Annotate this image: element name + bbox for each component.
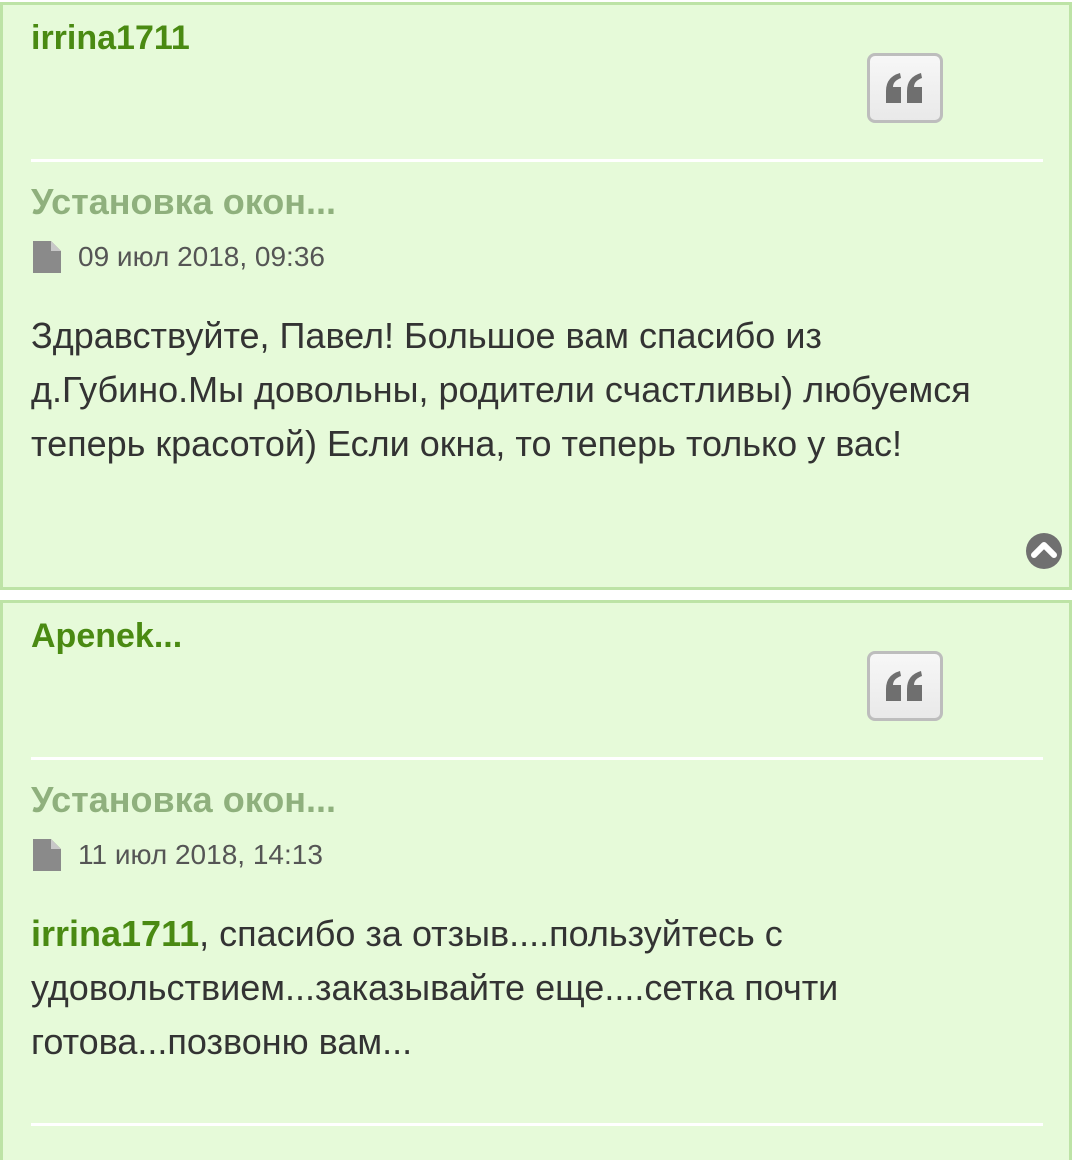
file-icon [33, 839, 61, 871]
post-topic-link[interactable]: Установка окон... [31, 779, 336, 821]
post-divider [31, 1123, 1043, 1126]
post-date: 11 июл 2018, 14:13 [78, 839, 323, 870]
post-topic-link[interactable]: Установка окон... [31, 181, 336, 223]
post-author[interactable]: irrina1711 [31, 19, 190, 58]
quote-button[interactable] [867, 53, 943, 123]
user-mention-link[interactable]: irrina1711 [31, 913, 199, 954]
post-divider [31, 159, 1043, 162]
post-author[interactable]: Apenek... [31, 617, 182, 656]
post-content: irrina1711, спасибо за отзыв....пользуйт… [31, 907, 1031, 1069]
quote-icon [886, 73, 922, 103]
chevron-up-circle-icon [1026, 533, 1062, 569]
quote-icon [886, 671, 922, 701]
post-content: Здравствуйте, Павел! Большое вам спасибо… [31, 315, 971, 464]
post-meta: 09 июл 2018, 09:36 [33, 239, 325, 275]
quote-button[interactable] [867, 651, 943, 721]
post: Apenek... Установка окон... 11 июл 2018,… [0, 600, 1072, 1160]
post-divider [31, 757, 1043, 760]
file-icon [33, 241, 61, 273]
back-to-top-button[interactable] [1024, 531, 1064, 571]
post-date: 09 июл 2018, 09:36 [78, 241, 325, 272]
post-meta: 11 июл 2018, 14:13 [33, 837, 323, 873]
post: irrina1711 Установка окон... 09 июл 2018… [0, 2, 1072, 590]
